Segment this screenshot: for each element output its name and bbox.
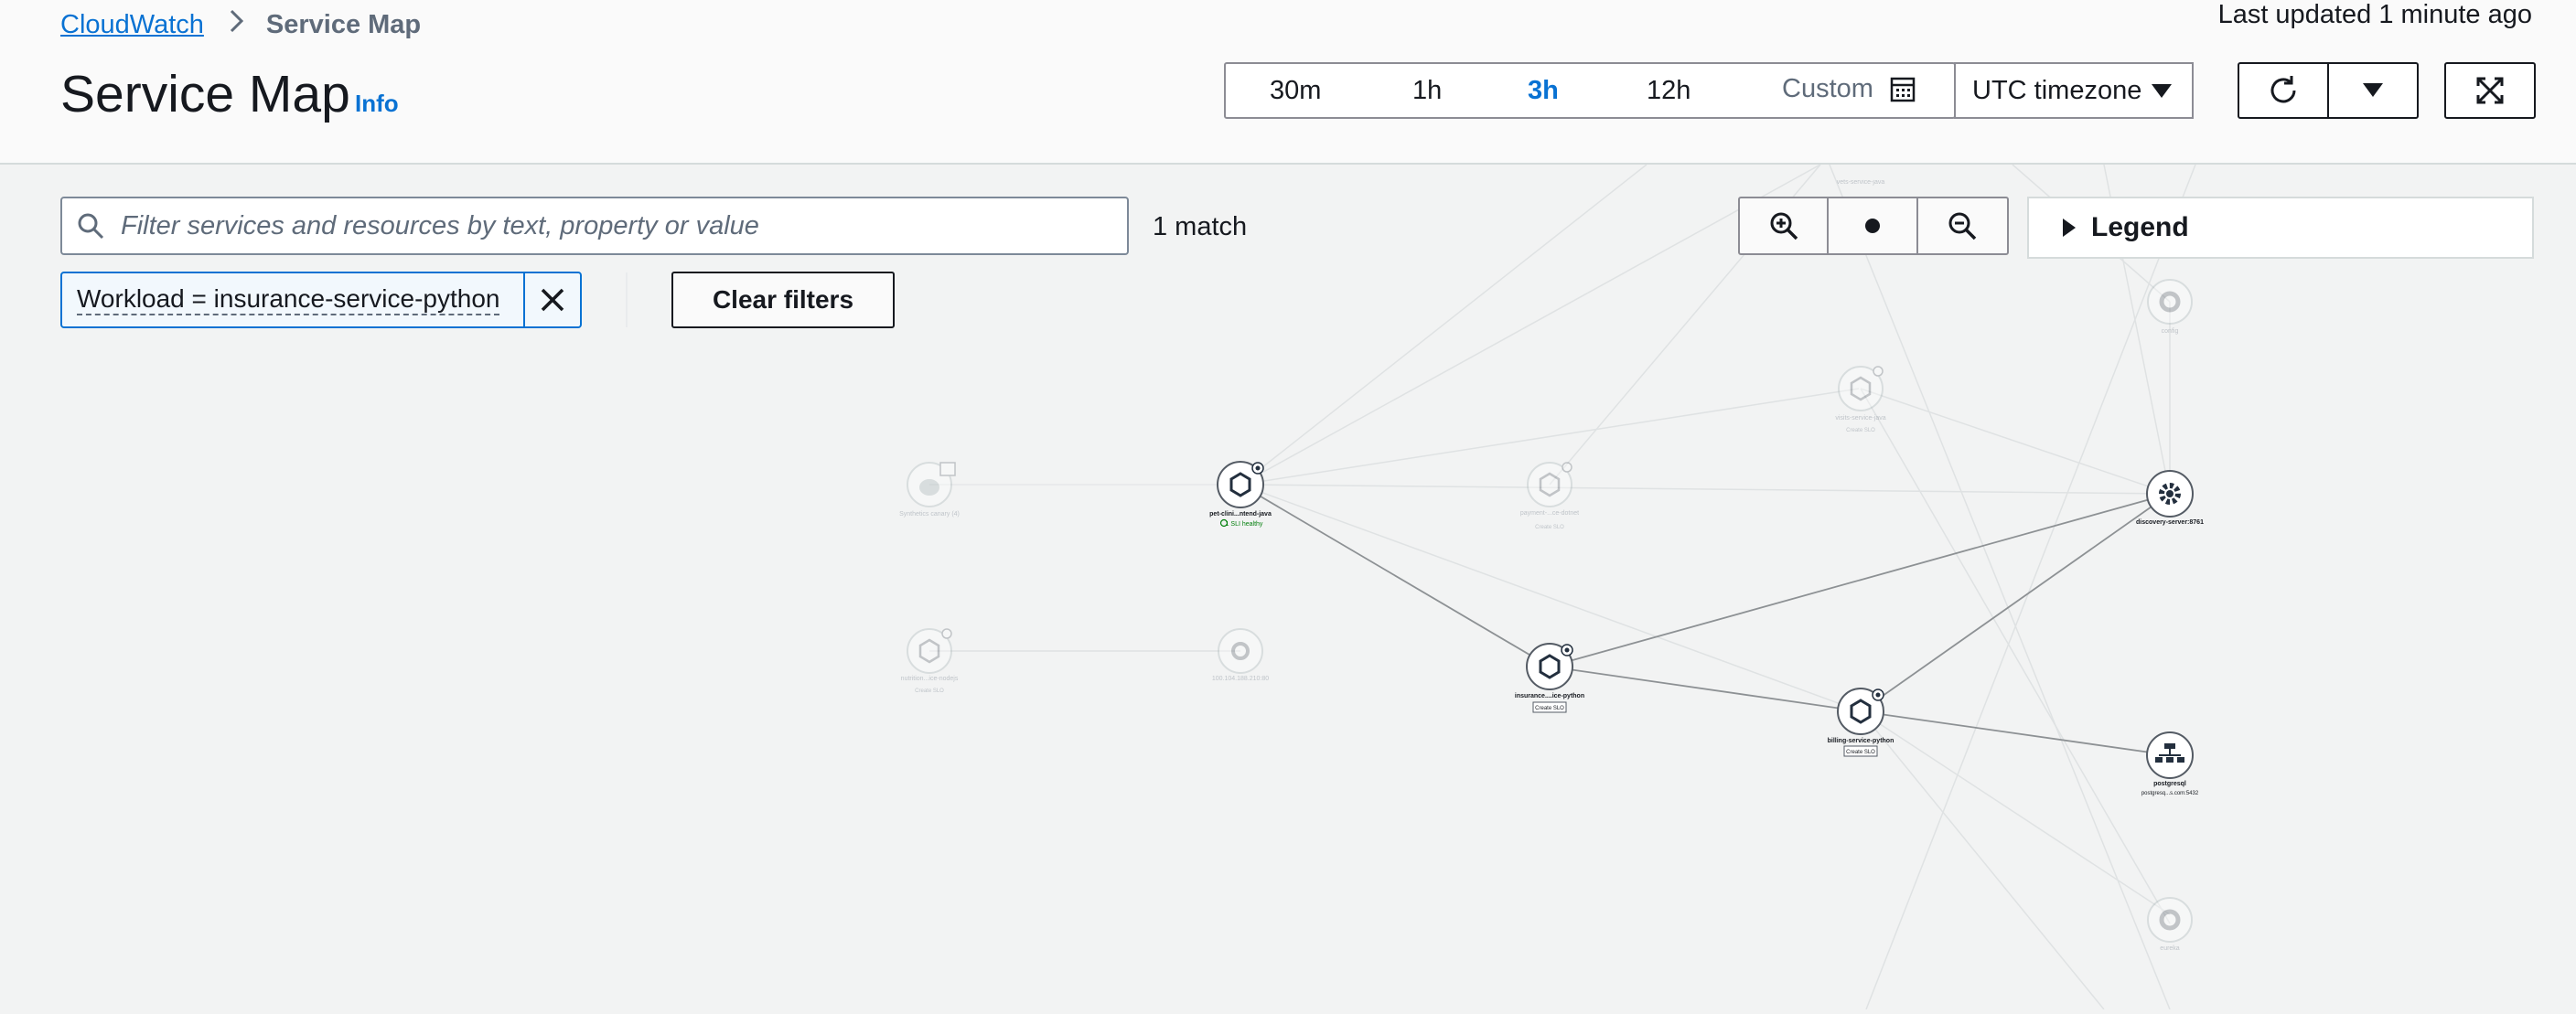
svg-text:postgresql: postgresql <box>2153 781 2186 787</box>
svg-text:postgresq...s.com:5432: postgresq...s.com:5432 <box>2141 791 2199 796</box>
legend-label: Legend <box>2091 212 2189 242</box>
fullscreen-button[interactable] <box>2444 62 2536 119</box>
node-synthetics[interactable]: Synthetics canary (4) <box>899 462 960 518</box>
timezone-select[interactable]: UTC timezone <box>1954 62 2194 119</box>
svg-text:config: config <box>2162 328 2179 335</box>
caret-down-icon <box>2152 84 2172 98</box>
zoom-in-button[interactable] <box>1740 198 1830 253</box>
node-payment[interactable]: payment-...ce-dotnet Create SLO <box>1520 462 1579 530</box>
zoom-in-icon <box>1770 212 1798 240</box>
svg-text:pet-clini...ntend-java: pet-clini...ntend-java <box>1209 511 1272 518</box>
node-insurance-service-python[interactable]: insurance....ice-python Create SLO <box>1515 643 1584 713</box>
svg-text:Create SLO: Create SLO <box>1535 706 1564 711</box>
time-option-custom[interactable]: Custom <box>1782 74 1916 104</box>
node-ip-address[interactable]: 100.104.188.210:80 <box>1212 628 1269 682</box>
svg-text:eureka: eureka <box>2160 945 2180 952</box>
refresh-button[interactable] <box>2238 62 2329 119</box>
filter-token-label[interactable]: Workload = insurance-service-python <box>77 284 500 315</box>
custom-label: Custom <box>1782 74 1873 103</box>
refresh-icon <box>2270 76 2296 103</box>
match-count: 1 match <box>1153 212 1248 241</box>
svg-text:Create SLO: Create SLO <box>1846 750 1875 755</box>
svg-text:Synthetics canary (4): Synthetics canary (4) <box>899 511 960 518</box>
timezone-label: UTC timezone <box>1972 75 2142 105</box>
expand-icon <box>2476 77 2504 104</box>
remove-filter-button[interactable] <box>523 273 580 326</box>
time-option-3h[interactable]: 3h <box>1528 76 1559 106</box>
filter-divider <box>626 272 628 327</box>
zoom-controls <box>1738 197 2009 255</box>
svg-text:1 SLI healthy: 1 SLI healthy <box>1226 521 1263 528</box>
svg-text:Create SLO: Create SLO <box>1535 525 1564 530</box>
svg-text:Create SLO: Create SLO <box>1846 428 1875 433</box>
close-icon <box>541 288 564 312</box>
caret-right-icon <box>2063 219 2076 237</box>
caret-down-icon <box>2363 83 2383 97</box>
center-dot-icon <box>1865 219 1881 233</box>
svg-text:nutrition...ice-nodejs: nutrition...ice-nodejs <box>901 676 959 682</box>
clear-filters-button[interactable]: Clear filters <box>671 272 895 328</box>
last-updated-text: Last updated 1 minute ago <box>2217 0 2532 29</box>
breadcrumb-cloudwatch-link[interactable]: CloudWatch <box>60 10 204 40</box>
node-pet-clinic-frontend[interactable]: pet-clini...ntend-java 1 SLI healthy <box>1209 461 1272 528</box>
info-link[interactable]: Info <box>355 90 399 118</box>
page-title: Service Map <box>60 65 350 123</box>
page-header: CloudWatch Service Map Last updated 1 mi… <box>0 0 2576 165</box>
time-option-1h[interactable]: 1h <box>1412 76 1442 106</box>
svg-text:100.104.188.210:80: 100.104.188.210:80 <box>1212 676 1269 682</box>
node-billing-service-python[interactable]: billing-service-python Create SLO <box>1828 688 1894 757</box>
filter-search-box <box>60 197 1129 255</box>
svg-text:vets-service-java: vets-service-java <box>1837 179 1885 186</box>
time-range-selector: 30m 1h 3h 12h Custom <box>1224 62 1956 119</box>
node-vets[interactable]: vets-service-java <box>1837 179 1885 186</box>
node-nutrition[interactable]: nutrition...ice-nodejs Create SLO <box>901 628 959 694</box>
time-option-30m[interactable]: 30m <box>1270 76 1321 106</box>
node-postgresql[interactable]: postgresql postgresq...s.com:5432 <box>2141 731 2199 796</box>
time-option-12h[interactable]: 12h <box>1647 76 1690 106</box>
node-discovery-server[interactable]: discovery-server:8761 <box>2136 470 2204 526</box>
zoom-out-button[interactable] <box>1918 198 2007 253</box>
breadcrumb-current: Service Map <box>265 9 422 39</box>
zoom-out-icon <box>1948 212 1977 240</box>
svg-text:discovery-server:8761: discovery-server:8761 <box>2136 519 2204 526</box>
legend-toggle[interactable]: Legend <box>2027 197 2534 259</box>
svg-text:billing-service-python: billing-service-python <box>1828 738 1894 744</box>
svg-text:payment-...ce-dotnet: payment-...ce-dotnet <box>1520 510 1579 517</box>
search-icon <box>78 213 104 240</box>
node-visits[interactable]: visits-service-java Create SLO <box>1835 366 1886 433</box>
refresh-options-button[interactable] <box>2327 62 2419 119</box>
reset-zoom-button[interactable] <box>1829 198 1918 253</box>
filter-search-input[interactable] <box>119 209 1092 242</box>
filter-token: Workload = insurance-service-python <box>60 272 582 328</box>
chevron-right-icon <box>228 7 246 42</box>
svg-text:insurance....ice-python: insurance....ice-python <box>1515 693 1584 699</box>
calendar-icon <box>1890 77 1916 101</box>
svg-text:visits-service-java: visits-service-java <box>1835 415 1885 422</box>
svg-text:Create SLO: Create SLO <box>915 688 944 694</box>
breadcrumb: CloudWatch Service Map <box>60 7 421 42</box>
node-eureka[interactable]: eureka <box>2147 897 2193 952</box>
